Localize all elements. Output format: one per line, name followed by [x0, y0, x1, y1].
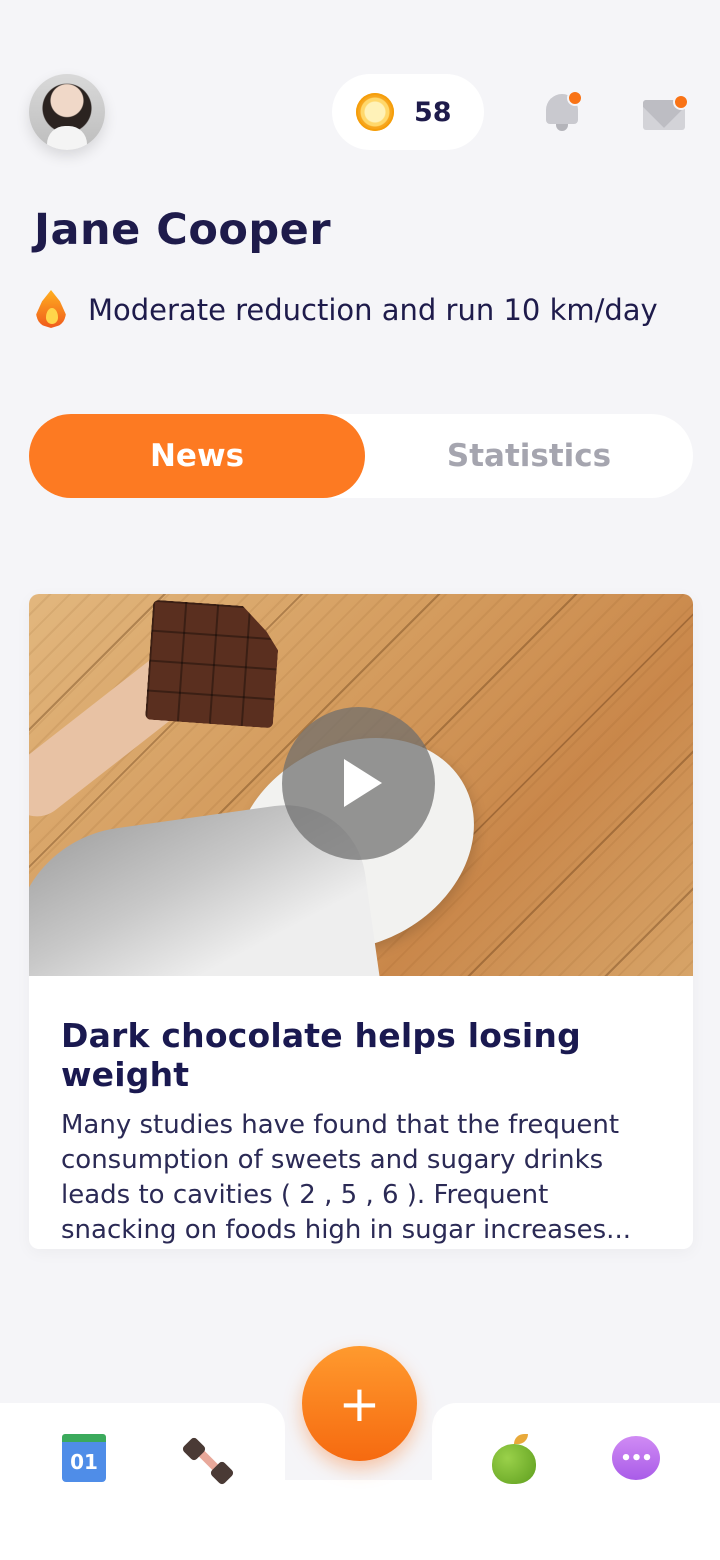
bell-icon[interactable] — [541, 90, 585, 134]
notification-dot — [567, 90, 583, 106]
mail-icon[interactable] — [643, 94, 689, 132]
dumbbell-icon[interactable] — [181, 1436, 235, 1486]
tab-statistics[interactable]: Statistics — [365, 414, 693, 498]
chat-glyph: ••• — [612, 1436, 660, 1480]
bottom-nav-right — [432, 1403, 720, 1560]
bottom-nav-middle — [270, 1480, 450, 1560]
play-button[interactable] — [282, 707, 435, 860]
article-description: Many studies have found that the frequen… — [61, 1110, 631, 1245]
chat-icon[interactable]: ••• — [612, 1436, 662, 1486]
user-name: Jane Cooper — [34, 205, 332, 255]
flame-icon — [36, 290, 66, 330]
goal-line: Moderate reduction and run 10 km/day — [36, 290, 658, 330]
chocolate-image — [145, 600, 281, 729]
coin-balance[interactable]: 58 — [332, 74, 484, 150]
plus-icon: + — [338, 1374, 381, 1433]
avatar[interactable] — [29, 74, 105, 150]
message-dot — [673, 94, 689, 110]
calendar-icon[interactable]: 01 — [60, 1432, 110, 1482]
calendar-day: 01 — [62, 1442, 106, 1482]
add-button[interactable]: + — [302, 1346, 417, 1461]
apple-icon[interactable] — [490, 1434, 540, 1484]
coin-count: 58 — [414, 96, 452, 128]
news-card[interactable]: Dark chocolate helps losing weight Many … — [29, 594, 693, 1249]
coin-icon — [356, 93, 394, 131]
tab-bar: News Statistics — [29, 414, 693, 498]
article-title[interactable]: Dark chocolate helps losing weight — [61, 1016, 661, 1094]
goal-text: Moderate reduction and run 10 km/day — [88, 293, 658, 327]
bottom-nav-left — [0, 1403, 285, 1560]
play-icon — [344, 759, 382, 807]
article-video-thumbnail[interactable] — [29, 594, 693, 976]
tab-news[interactable]: News — [29, 414, 365, 498]
